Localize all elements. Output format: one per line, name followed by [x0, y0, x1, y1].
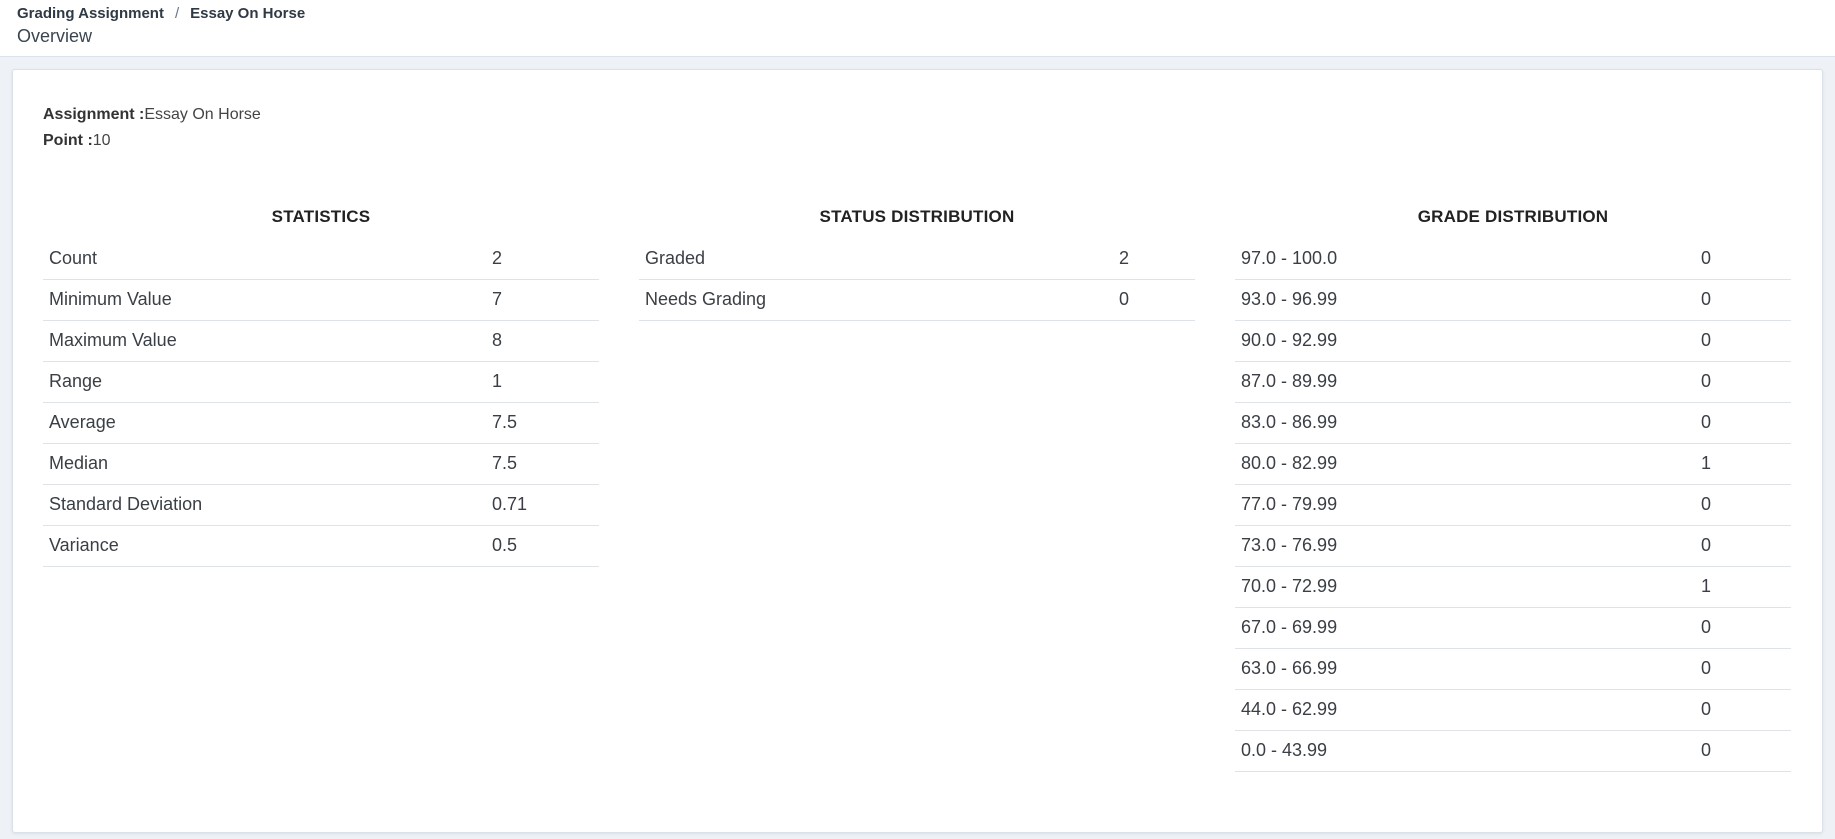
table-row: Variance 0.5: [43, 525, 599, 567]
row-value: 0: [1113, 279, 1195, 321]
row-value: 7: [486, 279, 599, 321]
row-value: 0: [1695, 361, 1791, 403]
table-row: Median 7.5: [43, 443, 599, 485]
row-value: 0: [1695, 730, 1791, 772]
table-row: Standard Deviation 0.71: [43, 484, 599, 526]
table-row: Count 2: [43, 238, 599, 280]
status-distribution-panel: STATUS DISTRIBUTION Graded 2 Needs Grading…: [639, 201, 1195, 321]
row-label: Maximum Value: [43, 320, 486, 362]
table-row: 93.0 - 96.99 0: [1235, 279, 1791, 321]
row-value: 2: [1113, 238, 1195, 280]
row-label: 67.0 - 69.99: [1235, 607, 1695, 649]
row-label: 63.0 - 66.99: [1235, 648, 1695, 690]
table-row: 70.0 - 72.99 1: [1235, 566, 1791, 608]
statistics-panel: STATISTICS Count 2 Minimum Value 7 Maximum V…: [43, 201, 599, 567]
point-line: Point :10: [43, 128, 261, 154]
table-row: 0.0 - 43.99 0: [1235, 730, 1791, 772]
row-value: 1: [486, 361, 599, 403]
table-row: 83.0 - 86.99 0: [1235, 402, 1791, 444]
row-value: 0: [1695, 238, 1791, 280]
table-row: Minimum Value 7: [43, 279, 599, 321]
row-value: 0.5: [486, 525, 599, 567]
table-row: Needs Grading 0: [639, 279, 1195, 321]
table-row: 90.0 - 92.99 0: [1235, 320, 1791, 362]
breadcrumb-grading-assignment-link[interactable]: Grading Assignment: [17, 5, 164, 22]
assignment-line: Assignment :Essay On Horse: [43, 102, 261, 128]
breadcrumb-essay-link[interactable]: Essay On Horse: [190, 5, 305, 22]
row-label: Standard Deviation: [43, 484, 486, 526]
table-row: Graded 2: [639, 238, 1195, 280]
assignment-info: Assignment :Essay On Horse Point :10: [43, 102, 261, 154]
row-label: 70.0 - 72.99: [1235, 566, 1695, 608]
row-label: 44.0 - 62.99: [1235, 689, 1695, 731]
table-row: Maximum Value 8: [43, 320, 599, 362]
grade-distribution-title: GRADE DISTRIBUTION: [1417, 207, 1609, 226]
table-row: 80.0 - 82.99 1: [1235, 443, 1791, 485]
table-row: 63.0 - 66.99 0: [1235, 648, 1791, 690]
breadcrumb: Grading Assignment / Essay On Horse: [17, 5, 305, 22]
page-title: Overview: [17, 26, 93, 46]
row-label: Average: [43, 402, 486, 444]
row-value: 0: [1695, 402, 1791, 444]
row-label: Variance: [43, 525, 486, 567]
status-distribution-title: STATUS DISTRIBUTION: [819, 207, 1015, 226]
breadcrumb-separator: /: [174, 5, 180, 22]
statistics-table: Count 2 Minimum Value 7 Maximum Value 8 Range 1…: [43, 238, 599, 567]
statistics-title: STATISTICS: [271, 207, 371, 226]
row-label: 77.0 - 79.99: [1235, 484, 1695, 526]
row-value: 0: [1695, 648, 1791, 690]
assignment-value: Essay On Horse: [144, 106, 261, 123]
row-value: 0: [1695, 607, 1791, 649]
table-row: 87.0 - 89.99 0: [1235, 361, 1791, 403]
row-label: Graded: [639, 238, 1113, 280]
row-value: 1: [1695, 443, 1791, 485]
table-row: 97.0 - 100.0 0: [1235, 238, 1791, 280]
table-row: 67.0 - 69.99 0: [1235, 607, 1791, 649]
table-row: Range 1: [43, 361, 599, 403]
overview-card: Assignment :Essay On Horse Point :10 STA…: [12, 69, 1823, 833]
row-value: 7.5: [486, 402, 599, 444]
row-value: 8: [486, 320, 599, 362]
row-label: 73.0 - 76.99: [1235, 525, 1695, 567]
table-row: 44.0 - 62.99 0: [1235, 689, 1791, 731]
row-value: 0.71: [486, 484, 599, 526]
row-value: 0: [1695, 484, 1791, 526]
table-row: 77.0 - 79.99 0: [1235, 484, 1791, 526]
row-value: 0: [1695, 689, 1791, 731]
table-row: 73.0 - 76.99 0: [1235, 525, 1791, 567]
row-label: 97.0 - 100.0: [1235, 238, 1695, 280]
row-label: 83.0 - 86.99: [1235, 402, 1695, 444]
row-label: Needs Grading: [639, 279, 1113, 321]
row-label: Median: [43, 443, 486, 485]
row-label: 87.0 - 89.99: [1235, 361, 1695, 403]
row-value: 0: [1695, 279, 1791, 321]
row-label: Minimum Value: [43, 279, 486, 321]
row-value: 0: [1695, 525, 1791, 567]
row-label: 80.0 - 82.99: [1235, 443, 1695, 485]
row-value: 1: [1695, 566, 1791, 608]
point-value: 10: [92, 132, 111, 149]
table-row: Average 7.5: [43, 402, 599, 444]
row-value: 7.5: [486, 443, 599, 485]
grade-distribution-table: 97.0 - 100.0 0 93.0 - 96.99 0 90.0 - 92.99 0 8…: [1235, 238, 1791, 772]
row-label: 0.0 - 43.99: [1235, 730, 1695, 772]
row-label: 90.0 - 92.99: [1235, 320, 1695, 362]
row-label: Range: [43, 361, 486, 403]
row-value: 2: [486, 238, 599, 280]
top-header: Grading Assignment / Essay On Horse Over…: [0, 0, 1835, 57]
assignment-label: Assignment :: [43, 106, 145, 123]
row-value: 0: [1695, 320, 1791, 362]
point-label: Point :: [43, 132, 93, 149]
row-label: Count: [43, 238, 486, 280]
grade-distribution-panel: GRADE DISTRIBUTION 97.0 - 100.0 0 93.0 - 9…: [1235, 201, 1791, 772]
status-distribution-table: Graded 2 Needs Grading 0: [639, 238, 1195, 321]
row-label: 93.0 - 96.99: [1235, 279, 1695, 321]
